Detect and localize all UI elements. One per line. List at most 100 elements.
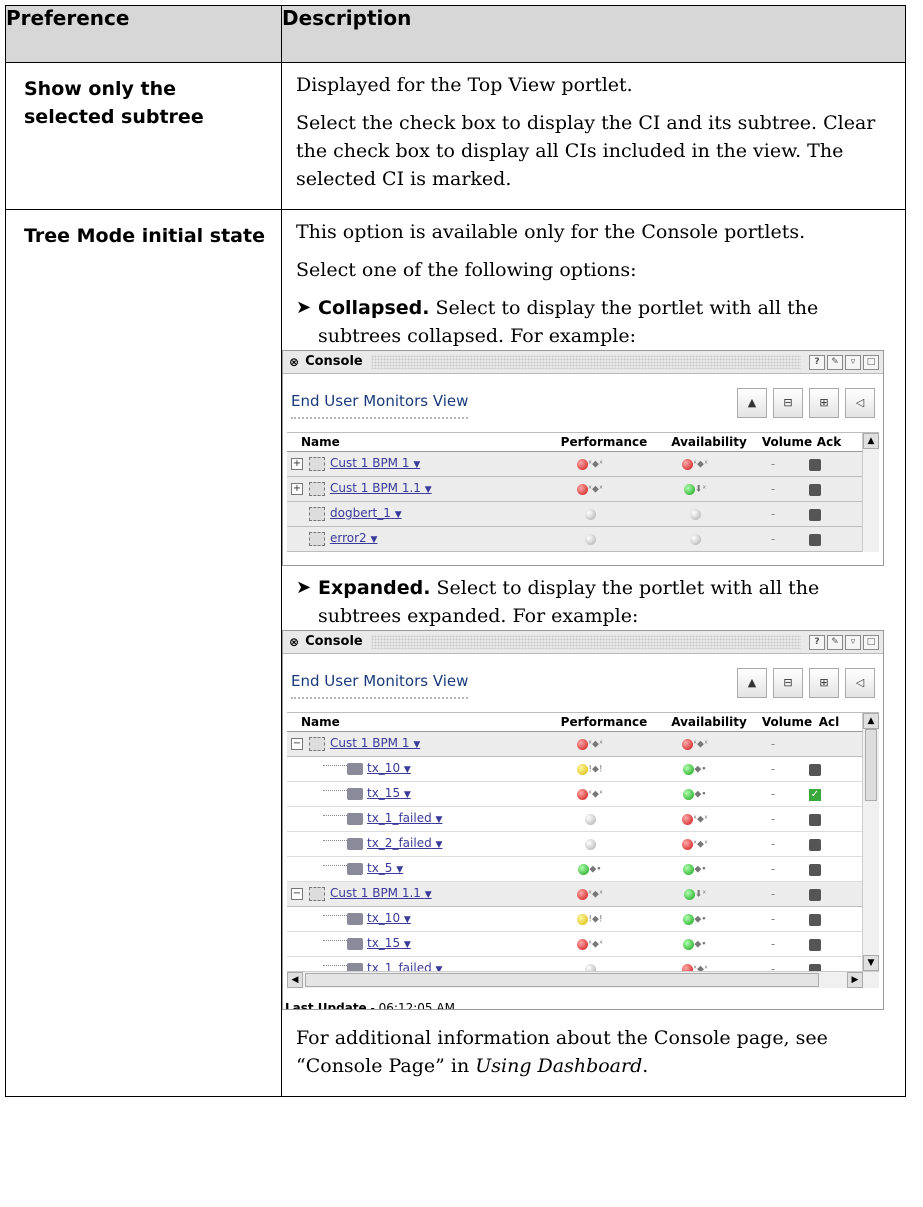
portlet-title-bar: ⊗ Console ? ✎ ▿ □ [283,631,883,654]
ack-icon[interactable] [809,863,821,876]
speaker-icon[interactable]: ◁ [845,668,875,698]
status-green-icon [683,888,695,900]
portlet-toolbar: ? ✎ ▿ □ [809,634,879,650]
expand-tree-icon[interactable]: ⊞ [809,668,839,698]
collapse-tree-icon[interactable]: ⊟ [773,388,803,418]
desc-paragraph: This option is available only for the Co… [296,221,806,243]
volume-value: - [770,812,776,826]
status-red-icon [577,888,589,900]
status-green-icon [683,913,695,925]
ack-icon[interactable] [809,483,821,496]
bullet-arrow-icon: ➤ [296,577,312,598]
speaker-icon[interactable]: ◁ [845,388,875,418]
scroll-down-icon[interactable]: ▼ [863,955,879,971]
ack-icon[interactable] [809,838,821,851]
collapse-tree-icon[interactable]: ⊟ [773,668,803,698]
console-portlet-expanded: ⊗ Console ? ✎ ▿ □ End User Monitors View… [282,630,884,1010]
bullet-collapsed: ➤ Collapsed. Select to display the portl… [296,294,895,350]
scroll-up-icon[interactable]: ▲ [863,433,879,449]
vertical-scrollbar[interactable]: ▲ ▼ [862,713,879,971]
maximize-icon[interactable]: □ [863,354,879,370]
help-icon[interactable]: ? [809,354,825,370]
table-row: Show only the selected subtree Displayed… [5,62,906,210]
status-green-icon [683,483,695,495]
scroll-left-icon[interactable]: ◀ [287,972,303,988]
table-row[interactable]: tx_1_failed ▼ ˣ◆ˣ - [287,957,879,971]
ci-icon [309,532,325,546]
status-grey-icon [584,814,596,825]
view-buttons: ▲ ⊟ ⊞ ◁ [737,668,875,698]
volume-value: - [770,962,776,971]
status-green-icon [683,863,695,875]
collapse-icon[interactable]: − [291,738,303,750]
portlet-title: Console [305,634,363,649]
ci-icon [309,737,325,751]
scroll-right-icon[interactable]: ▶ [847,972,863,988]
table-row[interactable]: error2 ▼ - [287,527,879,552]
transaction-icon [347,838,363,850]
up-icon[interactable]: ▲ [737,388,767,418]
scroll-up-icon[interactable]: ▲ [863,713,879,729]
status-red-icon [682,838,694,850]
status-red-icon [577,458,589,470]
status-red-icon [577,938,589,950]
ack-icon[interactable] [809,963,821,971]
ack-icon[interactable] [809,508,821,521]
ci-link[interactable]: error2 ▼ [330,524,377,554]
ack-icon[interactable] [809,533,821,546]
transaction-icon [347,788,363,800]
minimize-icon[interactable]: ▿ [845,634,861,650]
scroll-thumb[interactable] [865,729,877,801]
volume-value: - [770,737,776,751]
status-red-icon [682,963,694,971]
collapse-portlet-icon[interactable]: ⊗ [289,351,299,376]
vertical-scrollbar[interactable]: ▲ [862,433,879,552]
ack-icon[interactable] [809,813,821,826]
help-icon[interactable]: ? [809,634,825,650]
status-yellow-icon [577,763,589,775]
tx-link[interactable]: tx_1_failed ▼ [367,954,442,971]
ack-icon[interactable] [809,938,821,951]
status-green-icon [683,763,695,775]
volume-value: - [770,507,776,521]
status-grey-icon [689,509,701,520]
pref-tree-mode-initial-state: Tree Mode initial state [5,209,282,1097]
ack-icon[interactable] [809,458,821,471]
bullet-term: Expanded. [318,577,431,599]
view-name: End User Monitors View [291,387,469,419]
maximize-icon[interactable]: □ [863,634,879,650]
acknowledged-check-icon[interactable]: ✓ [809,788,821,801]
desc-paragraph: For additional information about the Con… [296,1027,828,1077]
up-icon[interactable]: ▲ [737,668,767,698]
desc-paragraph: Select the check box to display the CI a… [296,112,876,190]
bullet-arrow-icon: ➤ [296,297,312,318]
expand-tree-icon[interactable]: ⊞ [809,388,839,418]
horizontal-scroll-thumb[interactable] [305,973,819,987]
transaction-icon [347,813,363,825]
portlet-toolbar: ? ✎ ▿ □ [809,354,879,370]
ack-icon[interactable] [809,763,821,776]
desc-paragraph: Displayed for the Top View portlet. [296,74,633,96]
ack-icon[interactable] [809,888,821,901]
ci-grid: Name Performance Availability Volume Acl… [287,712,879,971]
transaction-icon [347,863,363,875]
status-grey-icon [584,839,596,850]
col-ack[interactable]: Acl [815,713,843,736]
collapse-portlet-icon[interactable]: ⊗ [289,631,299,656]
title-bar-texture [370,635,801,649]
edit-icon[interactable]: ✎ [827,634,843,650]
ack-icon[interactable] [809,913,821,926]
expand-icon[interactable]: + [291,483,303,495]
edit-icon[interactable]: ✎ [827,354,843,370]
horizontal-scrollbar[interactable]: ◀ ▶ [287,971,879,988]
pref-show-only-selected-subtree: Show only the selected subtree [5,62,282,210]
status-green-icon [683,938,695,950]
ci-grid: Name Performance Availability Volume Ack… [287,432,879,552]
header-description: Description [281,5,906,63]
minimize-icon[interactable]: ▿ [845,354,861,370]
collapse-icon[interactable]: − [291,888,303,900]
view-bar: End User Monitors View ▲ ⊟ ⊞ ◁ [283,654,883,712]
volume-value: - [770,787,776,801]
portlet-title: Console [305,354,363,369]
expand-icon[interactable]: + [291,458,303,470]
